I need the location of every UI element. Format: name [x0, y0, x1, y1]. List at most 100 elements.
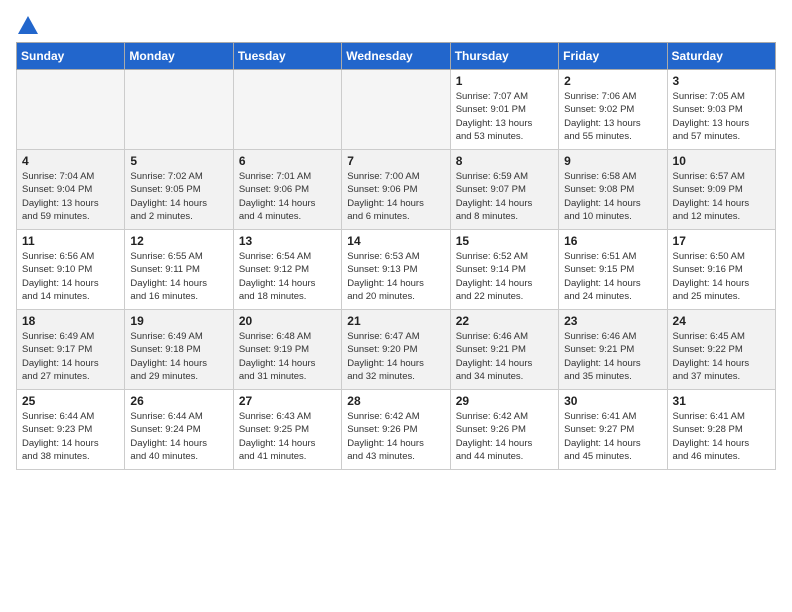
calendar-cell — [342, 70, 450, 150]
day-info: Sunrise: 6:41 AM Sunset: 9:27 PM Dayligh… — [564, 410, 661, 463]
calendar-cell: 14 Sunrise: 6:53 AM Sunset: 9:13 PM Dayli… — [342, 230, 450, 310]
day-number: 28 — [347, 394, 444, 408]
weekday-header-saturday: Saturday — [667, 43, 775, 70]
day-info: Sunrise: 6:48 AM Sunset: 9:19 PM Dayligh… — [239, 330, 336, 383]
weekday-header-tuesday: Tuesday — [233, 43, 341, 70]
calendar-cell: 25 Sunrise: 6:44 AM Sunset: 9:23 PM Dayli… — [17, 390, 125, 470]
day-info: Sunrise: 7:07 AM Sunset: 9:01 PM Dayligh… — [456, 90, 553, 143]
weekday-header-row: SundayMondayTuesdayWednesdayThursdayFrid… — [17, 43, 776, 70]
calendar-cell: 7 Sunrise: 7:00 AM Sunset: 9:06 PM Daylig… — [342, 150, 450, 230]
day-info: Sunrise: 6:44 AM Sunset: 9:24 PM Dayligh… — [130, 410, 227, 463]
day-number: 13 — [239, 234, 336, 248]
weekday-header-monday: Monday — [125, 43, 233, 70]
day-info: Sunrise: 6:42 AM Sunset: 9:26 PM Dayligh… — [347, 410, 444, 463]
day-number: 11 — [22, 234, 119, 248]
calendar-week-row: 4 Sunrise: 7:04 AM Sunset: 9:04 PM Daylig… — [17, 150, 776, 230]
day-number: 20 — [239, 314, 336, 328]
day-number: 14 — [347, 234, 444, 248]
day-info: Sunrise: 6:52 AM Sunset: 9:14 PM Dayligh… — [456, 250, 553, 303]
day-info: Sunrise: 6:42 AM Sunset: 9:26 PM Dayligh… — [456, 410, 553, 463]
day-number: 2 — [564, 74, 661, 88]
calendar-cell: 28 Sunrise: 6:42 AM Sunset: 9:26 PM Dayli… — [342, 390, 450, 470]
day-info: Sunrise: 6:49 AM Sunset: 9:18 PM Dayligh… — [130, 330, 227, 383]
logo — [16, 16, 38, 34]
day-info: Sunrise: 6:41 AM Sunset: 9:28 PM Dayligh… — [673, 410, 770, 463]
day-number: 10 — [673, 154, 770, 168]
day-info: Sunrise: 6:44 AM Sunset: 9:23 PM Dayligh… — [22, 410, 119, 463]
calendar-cell: 18Sunrise: 6:49 AM Sunset: 9:17 PM Dayli… — [17, 310, 125, 390]
day-info: Sunrise: 6:51 AM Sunset: 9:15 PM Dayligh… — [564, 250, 661, 303]
day-info: Sunrise: 6:45 AM Sunset: 9:22 PM Dayligh… — [673, 330, 770, 383]
calendar-cell: 23 Sunrise: 6:46 AM Sunset: 9:21 PM Dayli… — [559, 310, 667, 390]
day-info: Sunrise: 6:54 AM Sunset: 9:12 PM Dayligh… — [239, 250, 336, 303]
calendar-cell: 15 Sunrise: 6:52 AM Sunset: 9:14 PM Dayli… — [450, 230, 558, 310]
calendar-cell: 29Sunrise: 6:42 AM Sunset: 9:26 PM Dayli… — [450, 390, 558, 470]
calendar-week-row: 18Sunrise: 6:49 AM Sunset: 9:17 PM Dayli… — [17, 310, 776, 390]
calendar-cell: 5 Sunrise: 7:02 AM Sunset: 9:05 PM Daylig… — [125, 150, 233, 230]
calendar-cell: 16 Sunrise: 6:51 AM Sunset: 9:15 PM Dayli… — [559, 230, 667, 310]
day-number: 31 — [673, 394, 770, 408]
calendar-cell: 2 Sunrise: 7:06 AM Sunset: 9:02 PM Daylig… — [559, 70, 667, 150]
day-number: 8 — [456, 154, 553, 168]
day-number: 18 — [22, 314, 119, 328]
day-number: 26 — [130, 394, 227, 408]
calendar-cell — [125, 70, 233, 150]
calendar-cell: 30 Sunrise: 6:41 AM Sunset: 9:27 PM Dayli… — [559, 390, 667, 470]
calendar-week-row: 25 Sunrise: 6:44 AM Sunset: 9:23 PM Dayli… — [17, 390, 776, 470]
weekday-header-wednesday: Wednesday — [342, 43, 450, 70]
day-number: 16 — [564, 234, 661, 248]
calendar-cell: 26 Sunrise: 6:44 AM Sunset: 9:24 PM Dayli… — [125, 390, 233, 470]
day-info: Sunrise: 6:50 AM Sunset: 9:16 PM Dayligh… — [673, 250, 770, 303]
calendar-cell: 9 Sunrise: 6:58 AM Sunset: 9:08 PM Daylig… — [559, 150, 667, 230]
day-info: Sunrise: 6:53 AM Sunset: 9:13 PM Dayligh… — [347, 250, 444, 303]
day-number: 24 — [673, 314, 770, 328]
day-info: Sunrise: 7:01 AM Sunset: 9:06 PM Dayligh… — [239, 170, 336, 223]
weekday-header-thursday: Thursday — [450, 43, 558, 70]
day-number: 9 — [564, 154, 661, 168]
calendar-cell: 17 Sunrise: 6:50 AM Sunset: 9:16 PM Dayli… — [667, 230, 775, 310]
calendar-week-row: 11Sunrise: 6:56 AM Sunset: 9:10 PM Dayli… — [17, 230, 776, 310]
calendar-cell: 22 Sunrise: 6:46 AM Sunset: 9:21 PM Dayli… — [450, 310, 558, 390]
calendar-week-row: 1Sunrise: 7:07 AM Sunset: 9:01 PM Daylig… — [17, 70, 776, 150]
day-info: Sunrise: 6:59 AM Sunset: 9:07 PM Dayligh… — [456, 170, 553, 223]
calendar-cell: 4 Sunrise: 7:04 AM Sunset: 9:04 PM Daylig… — [17, 150, 125, 230]
day-info: Sunrise: 7:00 AM Sunset: 9:06 PM Dayligh… — [347, 170, 444, 223]
calendar-cell: 6 Sunrise: 7:01 AM Sunset: 9:06 PM Daylig… — [233, 150, 341, 230]
day-info: Sunrise: 6:43 AM Sunset: 9:25 PM Dayligh… — [239, 410, 336, 463]
day-info: Sunrise: 6:46 AM Sunset: 9:21 PM Dayligh… — [564, 330, 661, 383]
calendar-cell — [17, 70, 125, 150]
calendar-cell: 20 Sunrise: 6:48 AM Sunset: 9:19 PM Dayli… — [233, 310, 341, 390]
day-number: 15 — [456, 234, 553, 248]
weekday-header-friday: Friday — [559, 43, 667, 70]
day-info: Sunrise: 6:55 AM Sunset: 9:11 PM Dayligh… — [130, 250, 227, 303]
day-info: Sunrise: 6:46 AM Sunset: 9:21 PM Dayligh… — [456, 330, 553, 383]
day-info: Sunrise: 7:06 AM Sunset: 9:02 PM Dayligh… — [564, 90, 661, 143]
calendar-cell: 13 Sunrise: 6:54 AM Sunset: 9:12 PM Dayli… — [233, 230, 341, 310]
day-number: 6 — [239, 154, 336, 168]
day-info: Sunrise: 6:57 AM Sunset: 9:09 PM Dayligh… — [673, 170, 770, 223]
day-number: 22 — [456, 314, 553, 328]
day-info: Sunrise: 7:02 AM Sunset: 9:05 PM Dayligh… — [130, 170, 227, 223]
day-number: 4 — [22, 154, 119, 168]
day-number: 7 — [347, 154, 444, 168]
day-number: 17 — [673, 234, 770, 248]
calendar-cell: 31 Sunrise: 6:41 AM Sunset: 9:28 PM Dayli… — [667, 390, 775, 470]
day-number: 27 — [239, 394, 336, 408]
calendar-cell: 19 Sunrise: 6:49 AM Sunset: 9:18 PM Dayli… — [125, 310, 233, 390]
calendar-table: SundayMondayTuesdayWednesdayThursdayFrid… — [16, 42, 776, 470]
day-number: 3 — [673, 74, 770, 88]
calendar-cell — [233, 70, 341, 150]
day-info: Sunrise: 6:47 AM Sunset: 9:20 PM Dayligh… — [347, 330, 444, 383]
day-number: 19 — [130, 314, 227, 328]
day-number: 30 — [564, 394, 661, 408]
day-info: Sunrise: 7:04 AM Sunset: 9:04 PM Dayligh… — [22, 170, 119, 223]
day-number: 25 — [22, 394, 119, 408]
calendar-cell: 3Sunrise: 7:05 AM Sunset: 9:03 PM Daylig… — [667, 70, 775, 150]
day-info: Sunrise: 6:58 AM Sunset: 9:08 PM Dayligh… — [564, 170, 661, 223]
calendar-cell: 27 Sunrise: 6:43 AM Sunset: 9:25 PM Dayli… — [233, 390, 341, 470]
day-number: 23 — [564, 314, 661, 328]
day-number: 5 — [130, 154, 227, 168]
calendar-cell: 10 Sunrise: 6:57 AM Sunset: 9:09 PM Dayli… — [667, 150, 775, 230]
page-header — [16, 16, 776, 34]
calendar-cell: 1Sunrise: 7:07 AM Sunset: 9:01 PM Daylig… — [450, 70, 558, 150]
